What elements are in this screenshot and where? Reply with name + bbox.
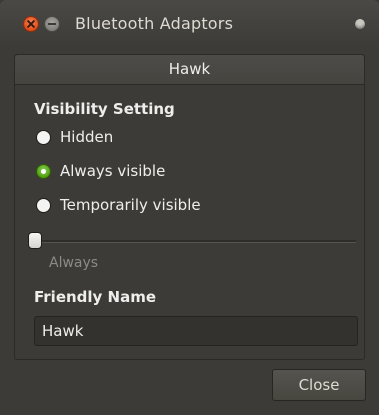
visibility-timeout-slider-handle[interactable] xyxy=(28,232,42,249)
radio-label: Always visible xyxy=(60,162,166,180)
radio-temporarily-visible[interactable]: Temporarily visible xyxy=(36,194,201,216)
window-title: Bluetooth Adaptors xyxy=(75,14,234,33)
radio-button[interactable] xyxy=(36,197,51,213)
visibility-timeout-slider-track[interactable] xyxy=(36,240,356,243)
visibility-setting-heading: Visibility Setting xyxy=(34,100,175,118)
radio-button-checked[interactable] xyxy=(36,163,51,179)
close-icon[interactable] xyxy=(23,16,39,32)
radio-hidden[interactable]: Hidden xyxy=(36,126,113,148)
friendly-name-heading: Friendly Name xyxy=(34,288,157,306)
bluetooth-adaptors-window: Bluetooth Adaptors Hawk Visibility Setti… xyxy=(0,0,379,415)
menu-icon[interactable] xyxy=(355,19,365,29)
close-button[interactable]: Close xyxy=(272,369,366,401)
radio-label: Hidden xyxy=(60,128,114,146)
radio-button[interactable] xyxy=(36,129,51,145)
radio-always-visible[interactable]: Always visible xyxy=(36,160,165,182)
radio-label: Temporarily visible xyxy=(60,196,201,214)
friendly-name-input[interactable] xyxy=(34,316,358,346)
slider-value-label: Always xyxy=(49,255,99,271)
tab-hawk[interactable]: Hawk xyxy=(15,55,364,85)
adapter-panel: Hawk Visibility Setting Hidden Always vi… xyxy=(14,54,365,360)
minimize-icon[interactable] xyxy=(44,16,60,32)
title-bar[interactable]: Bluetooth Adaptors xyxy=(0,0,379,47)
